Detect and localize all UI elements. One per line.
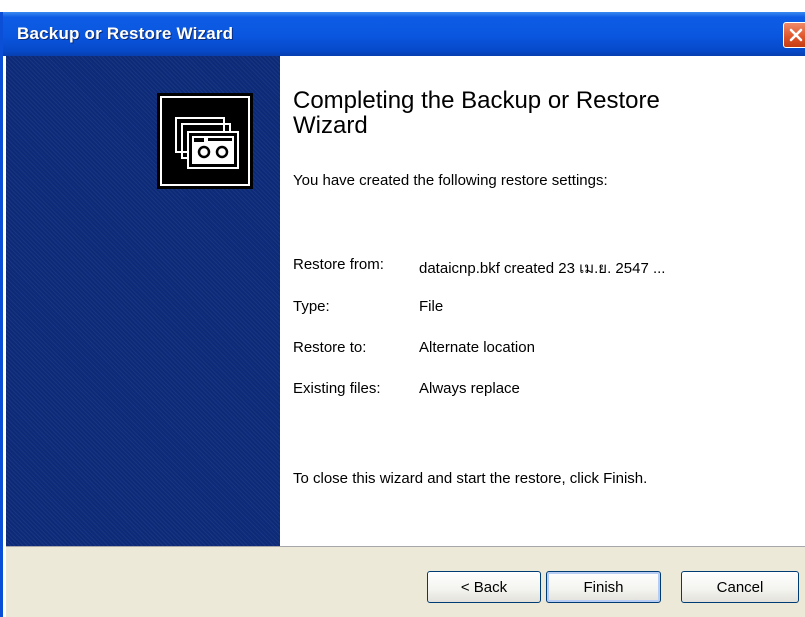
setting-label: Restore from: bbox=[293, 256, 384, 273]
setting-label: Restore to: bbox=[293, 339, 367, 356]
button-bar: < Back Finish Cancel bbox=[6, 546, 805, 617]
wizard-content: Completing the Backup or Restore Wizard … bbox=[280, 56, 805, 546]
setting-value: Always replace bbox=[419, 380, 520, 397]
backup-tape-icon bbox=[157, 93, 253, 189]
finish-button[interactable]: Finish bbox=[546, 571, 661, 603]
title-bar[interactable]: Backup or Restore Wizard bbox=[3, 12, 805, 56]
setting-value: File bbox=[419, 298, 444, 315]
back-button[interactable]: < Back bbox=[427, 571, 541, 603]
cancel-button[interactable]: Cancel bbox=[681, 571, 799, 603]
setting-value: dataicnp.bkf created 23 เม.ย. 2547 ... bbox=[419, 260, 666, 277]
setting-label: Existing files: bbox=[293, 380, 381, 397]
window-title: Backup or Restore Wizard bbox=[17, 24, 234, 43]
closing-instructions: To close this wizard and start the resto… bbox=[293, 470, 648, 487]
intro-text: You have created the following restore s… bbox=[293, 172, 608, 189]
close-button[interactable] bbox=[783, 22, 805, 48]
wizard-window: Backup or Restore Wizard Completing the … bbox=[0, 12, 805, 617]
setting-label: Type: bbox=[293, 298, 330, 315]
setting-value: Alternate location bbox=[419, 339, 535, 356]
page-heading: Completing the Backup or Restore Wizard bbox=[293, 87, 660, 139]
wizard-side-panel bbox=[6, 56, 280, 546]
close-icon bbox=[789, 28, 803, 42]
